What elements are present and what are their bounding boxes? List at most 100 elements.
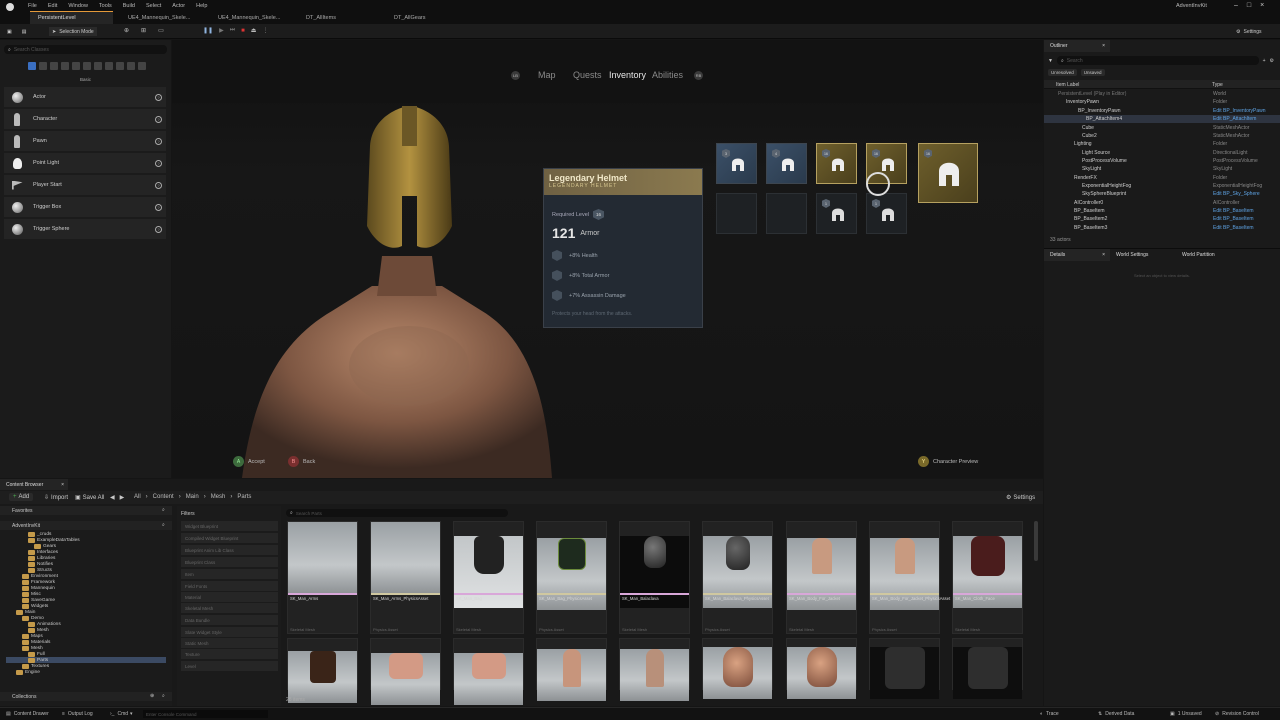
frame-skip-icon[interactable]: ⏭ bbox=[230, 27, 235, 34]
add-button[interactable]: + Add bbox=[9, 493, 34, 501]
tab-details[interactable]: Details × bbox=[1044, 248, 1110, 261]
equipped-helmet-slot[interactable]: 16 bbox=[918, 143, 978, 203]
category-lights-icon[interactable] bbox=[50, 62, 58, 70]
selection-mode-button[interactable]: ➤ Selection Mode bbox=[49, 27, 97, 36]
place-item-point-light[interactable]: Point Light? bbox=[4, 153, 166, 173]
tab-outliner[interactable]: Outliner × bbox=[1044, 40, 1110, 52]
console-input[interactable]: Enter Console Command bbox=[143, 710, 268, 718]
column-type[interactable]: Type bbox=[1212, 82, 1223, 88]
asset-tile[interactable] bbox=[370, 638, 441, 705]
asset-tile[interactable]: SK_Man_Balaclava Skeletal Mesh bbox=[619, 521, 690, 634]
menu-file[interactable]: File bbox=[28, 3, 37, 9]
place-item-character[interactable]: Character? bbox=[4, 109, 166, 129]
tab-persistent-level[interactable]: PersistentLevel bbox=[30, 11, 113, 24]
maximize-icon[interactable]: □ bbox=[1247, 2, 1251, 9]
nav-abilities[interactable]: Abilities bbox=[652, 70, 683, 80]
collections-header[interactable]: Collections bbox=[12, 694, 36, 700]
breadcrumb-parts[interactable]: Parts bbox=[237, 494, 251, 500]
import-button[interactable]: ⇩ Import bbox=[44, 494, 68, 502]
cmd-dropdown[interactable]: ›_ Cmd ▾ bbox=[110, 711, 133, 717]
skip-icon[interactable]: ▶ bbox=[219, 27, 224, 34]
outliner-row[interactable]: PostProcessVolume PostProcessVolume bbox=[1044, 157, 1280, 165]
tab-dt-allgears[interactable]: DT_AllGears bbox=[386, 11, 466, 24]
filter-item[interactable]: Field Fonts bbox=[181, 581, 278, 591]
category-volumes-icon[interactable] bbox=[94, 62, 102, 70]
content-scrollbar[interactable] bbox=[1034, 521, 1038, 561]
history-back-icon[interactable]: ◀ bbox=[110, 494, 115, 501]
filter-item[interactable]: Item bbox=[181, 569, 278, 579]
asset-tile[interactable] bbox=[869, 638, 940, 699]
tab-dt-allitems[interactable]: DT_AllItems bbox=[298, 11, 378, 24]
asset-tile[interactable]: SK_Man_Body_For_Jacket Skeletal Mesh bbox=[786, 521, 857, 634]
breadcrumb-main[interactable]: Main bbox=[186, 494, 199, 500]
place-item-pawn[interactable]: Pawn? bbox=[4, 131, 166, 151]
category-basic-icon[interactable] bbox=[39, 62, 47, 70]
asset-tile[interactable]: SK_Man_Cloth_Face Skeletal Mesh bbox=[952, 521, 1023, 634]
nav-quests[interactable]: Quests bbox=[573, 70, 602, 80]
row-type[interactable]: Edit BP_Sky_Sphere bbox=[1213, 191, 1260, 197]
row-type[interactable]: Edit BP_BaseItem bbox=[1213, 216, 1254, 222]
menu-edit[interactable]: Edit bbox=[48, 3, 57, 9]
menu-build[interactable]: Build bbox=[123, 3, 135, 9]
asset-tile[interactable]: SK_Man_Arms_PhysicsAsset Physics Asset bbox=[370, 521, 441, 634]
outliner-row[interactable]: Cube StaticMeshActor bbox=[1044, 124, 1280, 132]
filter-unresolved[interactable]: Unresolved bbox=[1048, 69, 1077, 76]
eject-icon[interactable]: ⏏ bbox=[251, 27, 257, 34]
inventory-slot-selected[interactable]: 16 bbox=[816, 143, 857, 184]
asset-tile[interactable] bbox=[952, 638, 1023, 699]
row-type[interactable]: Edit BP_BaseItem bbox=[1213, 208, 1254, 214]
filter-icon[interactable]: ▼ bbox=[1048, 58, 1053, 64]
add-collection-icon[interactable]: ⊕ bbox=[150, 693, 154, 699]
column-item-label[interactable]: Item Label bbox=[1056, 82, 1079, 88]
nav-map[interactable]: Map bbox=[538, 70, 556, 80]
project-root[interactable]: AdventInvKit bbox=[12, 523, 40, 529]
tab-world-settings[interactable]: World Settings bbox=[1110, 248, 1176, 261]
asset-tile[interactable]: SK_Man_Arms Skeletal Mesh bbox=[287, 521, 358, 634]
outliner-row[interactable]: BP_BaseItem2 Edit BP_BaseItem bbox=[1044, 215, 1280, 223]
filter-item[interactable]: Widget Blueprint bbox=[181, 521, 278, 531]
place-item-trigger-sphere[interactable]: Trigger Sphere? bbox=[4, 219, 166, 239]
blueprint-icon[interactable]: ⊞ bbox=[141, 27, 146, 34]
category-geometry-icon[interactable] bbox=[105, 62, 113, 70]
info-icon[interactable]: ? bbox=[155, 225, 162, 233]
info-icon[interactable]: ? bbox=[155, 93, 162, 101]
menu-window[interactable]: Window bbox=[68, 3, 88, 9]
search-icon[interactable]: ⌕ bbox=[162, 522, 165, 528]
search-icon[interactable]: ⌕ bbox=[162, 693, 165, 699]
stop-icon[interactable]: ■ bbox=[241, 28, 245, 34]
content-settings-button[interactable]: ⚙ Settings bbox=[1006, 494, 1035, 502]
filter-item[interactable]: Blueprint Anim Lib Class bbox=[181, 545, 278, 555]
output-log-button[interactable]: ≡ Output Log bbox=[62, 711, 93, 717]
outliner-row-selected[interactable]: BP_AttachItem4 Edit BP_AttachItem bbox=[1044, 115, 1280, 123]
breadcrumb-mesh[interactable]: Mesh bbox=[211, 494, 226, 500]
tree-folder[interactable]: Engine bbox=[16, 669, 40, 675]
inventory-slot[interactable]: 1 bbox=[816, 193, 857, 234]
filter-item[interactable]: Level bbox=[181, 661, 278, 671]
filter-item[interactable]: Blueprint Class bbox=[181, 557, 278, 567]
category-classes-icon[interactable] bbox=[116, 62, 124, 70]
close-icon[interactable]: × bbox=[1102, 252, 1105, 258]
category-visual-icon[interactable] bbox=[83, 62, 91, 70]
info-icon[interactable]: ? bbox=[155, 181, 162, 189]
info-icon[interactable]: ? bbox=[155, 203, 162, 211]
inventory-slot[interactable]: 3 bbox=[716, 143, 757, 184]
settings-button[interactable]: ⚙ Settings bbox=[1236, 27, 1262, 36]
asset-tile[interactable] bbox=[702, 638, 773, 699]
row-type[interactable]: Edit BP_AttachItem bbox=[1213, 116, 1256, 122]
outliner-search-input[interactable]: ⌕ Search bbox=[1056, 56, 1259, 65]
history-forward-icon[interactable]: ▶ bbox=[120, 494, 125, 501]
info-icon[interactable]: ? bbox=[155, 137, 162, 145]
menu-tools[interactable]: Tools bbox=[99, 3, 112, 9]
search-icon[interactable]: ⌕ bbox=[162, 507, 165, 513]
asset-tile[interactable]: SK_Man_Bag_PhysicsAsset Physics Asset bbox=[536, 521, 607, 634]
add-actor-icon[interactable]: ⊕ bbox=[124, 27, 129, 34]
asset-tile[interactable] bbox=[619, 638, 690, 701]
tab-content-browser[interactable]: Content Browser × bbox=[0, 479, 68, 490]
menu-help[interactable]: Help bbox=[196, 3, 207, 9]
inventory-slot-empty[interactable] bbox=[766, 193, 807, 234]
outliner-row[interactable]: BP_BaseItem3 Edit BP_BaseItem bbox=[1044, 224, 1280, 232]
minimize-icon[interactable]: – bbox=[1234, 2, 1238, 9]
outliner-row[interactable]: BP_InventoryPawn Edit BP_InventoryPawn bbox=[1044, 107, 1280, 115]
outliner-row[interactable]: PersistentLevel (Play in Editor) World bbox=[1044, 90, 1280, 98]
trace-button[interactable]: ◐ Trace bbox=[1040, 711, 1059, 717]
